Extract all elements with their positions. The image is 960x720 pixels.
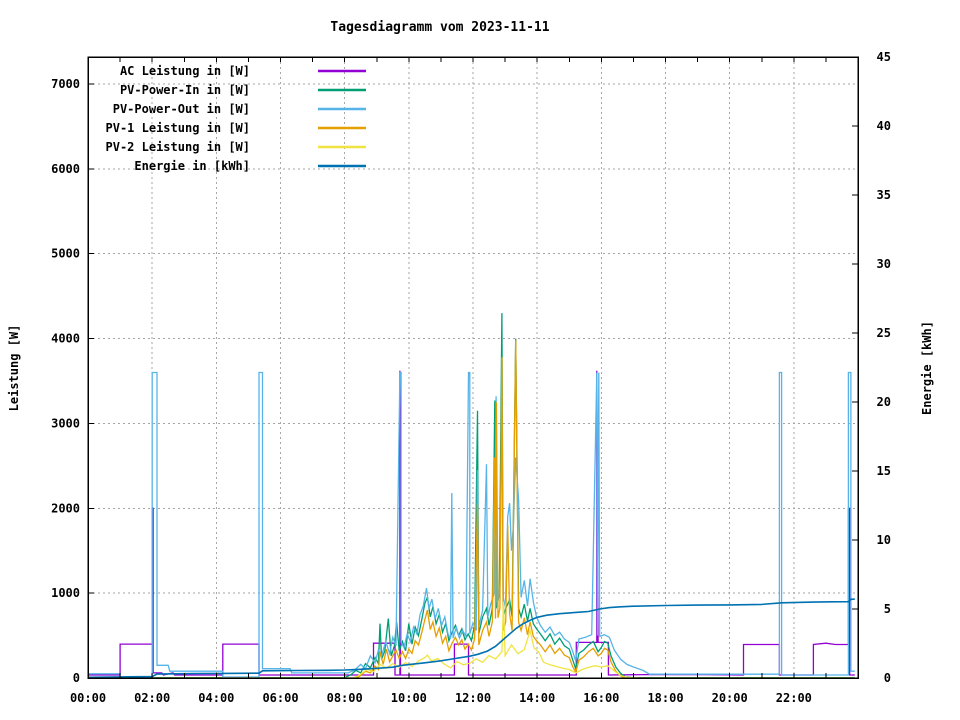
- chart-svg: 00:00 02:00 04:00 06:00 08:00 10:00 12:00 14:00…: [7, 20, 934, 705]
- y-left-tick-label: 7000: [51, 77, 80, 91]
- y-right-tick-label: 15: [877, 464, 891, 478]
- y-right-tick-label: 30: [877, 257, 891, 271]
- x-tick-label: 02:00: [134, 691, 170, 705]
- y-right-tick-label: 35: [877, 188, 891, 202]
- legend-item-label: Energie in [kWh]: [134, 159, 250, 173]
- y-left-tick-label: 0: [73, 671, 80, 685]
- y-right-tick-label: 0: [884, 671, 891, 685]
- y-left-tick-label: 2000: [51, 501, 80, 515]
- y-left-tick-label: 5000: [51, 247, 80, 261]
- y-right-tick-label: 5: [884, 602, 891, 616]
- y-left-tick-label: 6000: [51, 162, 80, 176]
- chart-title: Tagesdiagramm vom 2023-11-11: [330, 20, 549, 35]
- y-left-tick-label: 3000: [51, 416, 80, 430]
- x-tick-label: 16:00: [583, 691, 619, 705]
- x-tick-label: 18:00: [647, 691, 683, 705]
- x-tick-label: 22:00: [776, 691, 812, 705]
- y-right-tick-label: 40: [877, 119, 891, 133]
- x-tick-label: 00:00: [70, 691, 106, 705]
- y-right-tick-label: 10: [877, 533, 891, 547]
- x-tick-label: 20:00: [712, 691, 748, 705]
- legend-item-label: PV-Power-In in [W]: [120, 83, 250, 97]
- y-right-tick-label: 25: [877, 326, 891, 340]
- legend: AC Leistung in [W] PV-Power-In in [W] PV-P…: [106, 64, 366, 173]
- x-tick-label: 04:00: [198, 691, 234, 705]
- y-left-tick-label: 1000: [51, 586, 80, 600]
- series-line-pv-power-in: [88, 313, 855, 679]
- y-right-axis-label: Energie [kWh]: [920, 321, 934, 415]
- chart-page: 00:00 02:00 04:00 06:00 08:00 10:00 12:00 14:00…: [0, 0, 960, 720]
- legend-item-label: PV-Power-Out in [W]: [113, 102, 250, 116]
- series-lines: [87, 313, 855, 679]
- legend-item-label: AC Leistung in [W]: [120, 64, 250, 78]
- x-tick-label: 14:00: [519, 691, 555, 705]
- y-left-tick-label: 4000: [51, 332, 80, 346]
- x-tick-label: 10:00: [391, 691, 427, 705]
- y-left-axis-label: Leistung [W]: [7, 325, 21, 412]
- y-right-tick-label: 20: [877, 395, 891, 409]
- series-line-pv-power-out: [88, 371, 855, 678]
- legend-item-label: PV-1 Leistung in [W]: [106, 121, 251, 135]
- x-tick-label: 12:00: [455, 691, 491, 705]
- x-tick-label: 06:00: [262, 691, 298, 705]
- legend-item-label: PV-2 Leistung in [W]: [106, 140, 251, 154]
- x-tick-label: 08:00: [327, 691, 363, 705]
- y-right-tick-label: 45: [877, 50, 891, 64]
